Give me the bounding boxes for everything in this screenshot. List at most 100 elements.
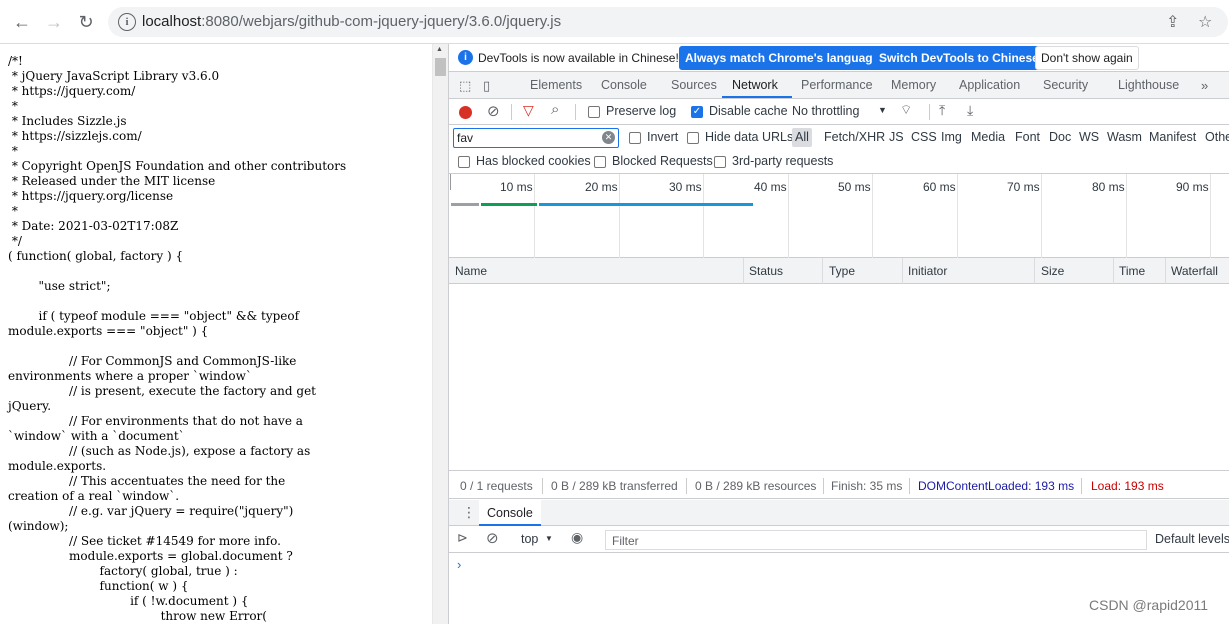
preserve-log-label: Preserve log	[606, 104, 677, 118]
invert-label: Invert	[647, 130, 679, 144]
filter-type-other[interactable]: Othe	[1205, 130, 1229, 144]
tab-elements[interactable]: Elements	[530, 78, 582, 92]
column-name[interactable]: Name	[455, 264, 487, 278]
overview-tick: 20 ms	[585, 180, 618, 194]
overview-tick: 90 ms	[1176, 180, 1209, 194]
source-line: // is present, execute the factory and g…	[8, 384, 317, 398]
chevron-down-icon[interactable]: ▼	[545, 534, 553, 543]
filter-icon[interactable]: ▽	[523, 102, 534, 119]
log-levels-select[interactable]: Default levels	[1155, 532, 1229, 546]
filter-type-doc[interactable]: Doc	[1049, 130, 1071, 144]
site-info-icon[interactable]: i	[118, 13, 136, 31]
status-divider	[823, 478, 824, 494]
more-tabs-icon[interactable]: »	[1201, 78, 1208, 93]
tab-sources[interactable]: Sources	[671, 78, 717, 92]
console-prompt-icon[interactable]: ›	[457, 557, 461, 572]
tab-lighthouse[interactable]: Lighthouse	[1118, 78, 1179, 92]
reload-icon[interactable]: ↻	[74, 10, 98, 34]
resources-size: 0 B / 289 kB resources	[695, 479, 817, 493]
filter-type-css[interactable]: CSS	[911, 130, 937, 144]
forward-arrow-icon[interactable]: →	[42, 10, 66, 34]
filter-type-media[interactable]: Media	[971, 130, 1005, 144]
drawer-tab-console[interactable]: Console	[479, 500, 541, 526]
switch-chinese-button[interactable]: Switch DevTools to Chinese	[873, 46, 1045, 70]
filter-type-fetch[interactable]: Fetch/XHR	[824, 130, 885, 144]
request-table-header: Name Status Type Initiator Size Time Wat…	[449, 258, 1229, 284]
blocked-requests-checkbox[interactable]	[594, 156, 606, 168]
source-line: * https://sizzlejs.com/	[8, 129, 142, 143]
filter-type-all[interactable]: All	[792, 128, 812, 147]
source-line	[8, 339, 432, 354]
column-type[interactable]: Type	[829, 264, 855, 278]
filter-type-wasm[interactable]: Wasm	[1107, 130, 1142, 144]
source-line: function( w ) {	[8, 579, 189, 593]
clear-filter-icon[interactable]: ✕	[602, 131, 615, 144]
infobar-text: DevTools is now available in Chinese!	[478, 51, 679, 65]
column-time[interactable]: Time	[1119, 264, 1145, 278]
console-filter-input[interactable]: Filter	[605, 530, 1147, 550]
chevron-down-icon[interactable]: ▼	[878, 105, 887, 115]
overview-gridline	[788, 174, 789, 258]
export-har-icon[interactable]: ⤓	[967, 102, 973, 119]
overview-gridline	[534, 174, 535, 258]
column-status[interactable]: Status	[749, 264, 783, 278]
dont-show-again-button[interactable]: Don't show again	[1035, 46, 1139, 70]
hide-data-urls-checkbox[interactable]	[687, 132, 699, 144]
overview-request-bar	[481, 203, 537, 206]
filter-input[interactable]: fav	[453, 128, 619, 148]
source-line: if ( typeof module === "object" && typeo…	[8, 309, 300, 323]
clear-console-icon[interactable]: ⊘	[486, 529, 499, 547]
network-filter-bar: fav ✕ Invert Hide data URLs All Fetch/XH…	[449, 125, 1229, 151]
column-waterfall[interactable]: Waterfall	[1171, 264, 1218, 278]
back-arrow-icon[interactable]: ←	[10, 10, 34, 34]
scroll-up-icon[interactable]: ▲	[436, 46, 443, 53]
column-initiator[interactable]: Initiator	[908, 264, 947, 278]
search-icon[interactable]: ⌕	[551, 101, 559, 118]
devtools-tabbar: ⬚ ▯ Elements Console Sources Network Per…	[449, 72, 1229, 99]
eye-icon[interactable]: ◉	[571, 529, 583, 546]
tab-security[interactable]: Security	[1043, 78, 1088, 92]
console-output[interactable]: ›	[449, 553, 1229, 624]
share-icon[interactable]: ⇪	[1166, 12, 1179, 32]
blocked-cookies-checkbox[interactable]	[458, 156, 470, 168]
preserve-log-checkbox[interactable]	[588, 106, 600, 118]
filter-type-font[interactable]: Font	[1015, 130, 1040, 144]
clear-icon[interactable]: ⊘	[487, 102, 500, 120]
source-line: // See ticket #14549 for more info.	[8, 534, 281, 548]
overview-gridline	[1126, 174, 1127, 258]
third-party-checkbox[interactable]	[714, 156, 726, 168]
filter-type-manifest[interactable]: Manifest	[1149, 130, 1196, 144]
network-overview[interactable]: 10 ms 20 ms 30 ms 40 ms 50 ms 60 ms 70 m…	[449, 174, 1229, 258]
status-divider	[686, 478, 687, 494]
column-size[interactable]: Size	[1041, 264, 1064, 278]
overview-queue-bar	[451, 203, 479, 206]
inspect-element-icon[interactable]: ⬚	[459, 78, 471, 94]
toolbar-divider	[929, 104, 930, 120]
record-icon[interactable]	[459, 106, 472, 119]
filter-type-js[interactable]: JS	[889, 130, 904, 144]
tab-console[interactable]: Console	[601, 78, 647, 92]
filter-type-img[interactable]: Img	[941, 130, 962, 144]
tab-network[interactable]: Network	[732, 78, 778, 92]
network-conditions-icon[interactable]: ⌔	[900, 102, 912, 118]
more-options-icon[interactable]: ⋮	[462, 504, 476, 521]
console-sidebar-icon[interactable]: ⊳	[457, 530, 468, 546]
invert-checkbox[interactable]	[629, 132, 641, 144]
url-text[interactable]: localhost:8080/webjars/github-com-jquery…	[142, 13, 561, 30]
throttling-select[interactable]: No throttling	[792, 104, 859, 118]
page-scrollbar[interactable]: ▲	[432, 44, 448, 624]
match-language-button[interactable]: Always match Chrome's language	[679, 46, 886, 70]
browser-toolbar: ← → ↻ i localhost:8080/webjars/github-co…	[0, 0, 1229, 44]
disable-cache-checkbox[interactable]: ✓	[691, 106, 703, 118]
bookmark-star-icon[interactable]: ☆	[1198, 12, 1212, 32]
filter-type-ws[interactable]: WS	[1079, 130, 1099, 144]
address-bar[interactable]: i localhost:8080/webjars/github-com-jque…	[108, 7, 1228, 37]
request-table-body[interactable]	[449, 284, 1229, 470]
context-select[interactable]: top	[521, 532, 538, 546]
scrollbar-thumb[interactable]	[435, 58, 446, 76]
import-har-icon[interactable]: ⤒	[939, 102, 945, 119]
tab-memory[interactable]: Memory	[891, 78, 936, 92]
tab-performance[interactable]: Performance	[801, 78, 873, 92]
device-toolbar-icon[interactable]: ▯	[483, 78, 490, 94]
tab-application[interactable]: Application	[959, 78, 1020, 92]
